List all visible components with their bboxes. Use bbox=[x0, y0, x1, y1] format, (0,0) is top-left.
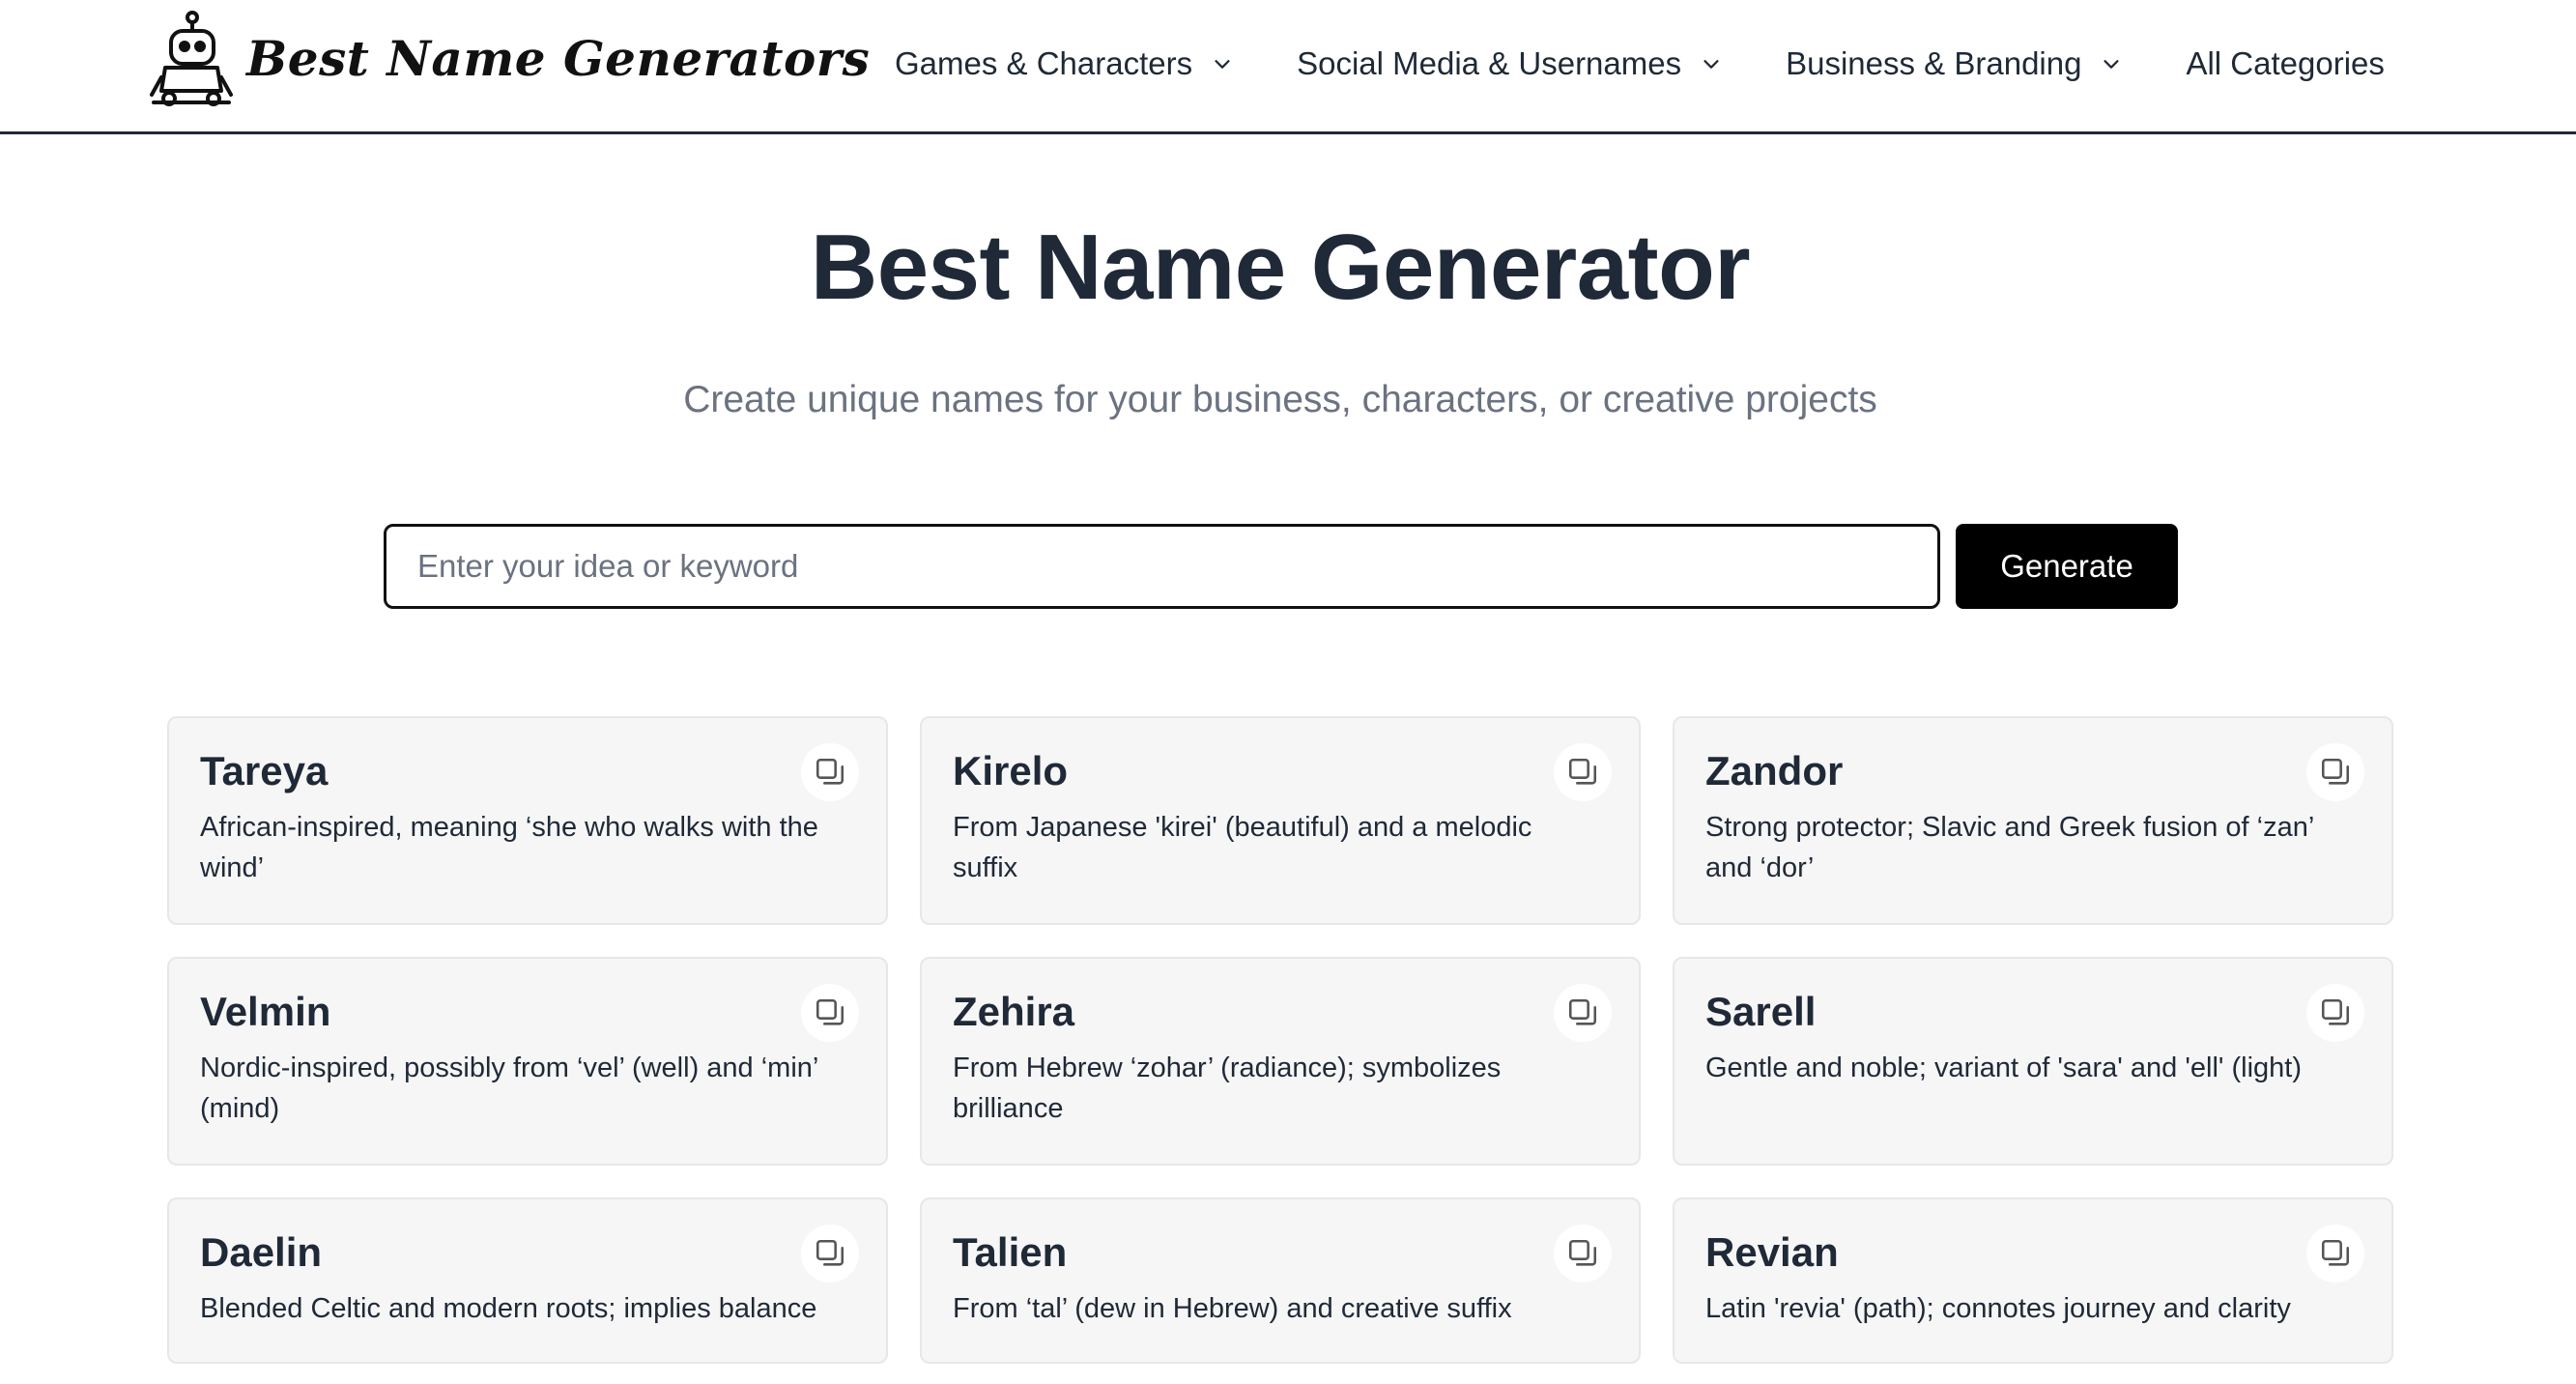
chevron-down-icon bbox=[1215, 60, 1230, 69]
name-title: Tareya bbox=[200, 748, 329, 793]
site-logo[interactable]: Best Name Generators bbox=[148, 10, 870, 106]
copy-button[interactable] bbox=[2306, 1225, 2364, 1283]
copy-icon bbox=[816, 998, 844, 1025]
name-card: Revian Latin 'revia' (path); connotes jo… bbox=[1673, 1197, 2393, 1364]
name-title: Zandor bbox=[1705, 748, 1844, 793]
keyword-input[interactable] bbox=[384, 524, 1940, 609]
chevron-down-icon bbox=[2104, 60, 2120, 69]
copy-button[interactable] bbox=[801, 1225, 859, 1283]
name-card: Zandor Strong protector; Slavic and Gree… bbox=[1673, 716, 2393, 925]
logo-text: Best Name Generators bbox=[246, 29, 871, 87]
robot-icon bbox=[150, 11, 233, 106]
name-description: African-inspired, meaning ‘she who walks… bbox=[200, 812, 818, 884]
name-title: Velmin bbox=[200, 989, 331, 1034]
page-title: Best Name Generator bbox=[810, 216, 1751, 319]
nav-item-label: Social Media & Usernames bbox=[1297, 45, 1682, 81]
results-grid: Tareya African-inspired, meaning ‘she wh… bbox=[167, 716, 2393, 1364]
copy-icon bbox=[2321, 758, 2350, 785]
copy-icon bbox=[1568, 1239, 1597, 1266]
copy-button[interactable] bbox=[1554, 743, 1612, 801]
copy-icon bbox=[816, 1239, 844, 1266]
name-title: Daelin bbox=[200, 1229, 323, 1275]
nav-item-label: Games & Characters bbox=[895, 45, 1193, 81]
copy-button[interactable] bbox=[801, 984, 859, 1042]
name-description: Blended Celtic and modern roots; implies… bbox=[200, 1293, 817, 1325]
name-title: Sarell bbox=[1705, 989, 1817, 1034]
name-card: Daelin Blended Celtic and modern roots; … bbox=[167, 1197, 888, 1364]
name-description: Nordic-inspired, possibly from ‘vel’ (we… bbox=[200, 1052, 818, 1125]
site-header: Best Name Generators Games & Characters … bbox=[0, 0, 2576, 134]
page-subtitle: Create unique names for your business, c… bbox=[683, 379, 1877, 420]
nav-item-business-branding[interactable]: Business & Branding bbox=[1786, 45, 2122, 82]
copy-button[interactable] bbox=[1554, 984, 1612, 1042]
name-title: Revian bbox=[1705, 1229, 1839, 1275]
name-title: Talien bbox=[953, 1229, 1068, 1275]
nav-item-games-characters[interactable]: Games & Characters bbox=[895, 45, 1233, 82]
copy-button[interactable] bbox=[801, 743, 859, 801]
nav-item-social-media-usernames[interactable]: Social Media & Usernames bbox=[1297, 45, 1722, 82]
chevron-down-icon bbox=[1703, 60, 1719, 69]
name-description: Strong protector; Slavic and Greek fusio… bbox=[1705, 812, 2314, 884]
nav-item-label: All Categories bbox=[2186, 45, 2385, 81]
nav-item-label: Business & Branding bbox=[1786, 45, 2082, 81]
name-description: From Hebrew ‘zohar’ (radiance); symboliz… bbox=[953, 1052, 1502, 1125]
name-description: From ‘tal’ (dew in Hebrew) and creative … bbox=[953, 1293, 1512, 1325]
name-description: From Japanese 'kirei' (beautiful) and a … bbox=[953, 812, 1532, 884]
name-description: Gentle and noble; variant of 'sara' and … bbox=[1705, 1052, 2303, 1084]
name-title: Zehira bbox=[953, 989, 1075, 1034]
name-card: Kirelo From Japanese 'kirei' (beautiful)… bbox=[920, 716, 1641, 925]
copy-icon bbox=[816, 758, 844, 785]
name-description: Latin 'revia' (path); connotes journey a… bbox=[1705, 1293, 2291, 1325]
copy-icon bbox=[2321, 1239, 2350, 1266]
copy-button[interactable] bbox=[1554, 1225, 1612, 1283]
name-card: Tareya African-inspired, meaning ‘she wh… bbox=[167, 716, 888, 925]
generate-button[interactable]: Generate bbox=[1956, 524, 2178, 609]
name-card: Velmin Nordic-inspired, possibly from ‘v… bbox=[167, 957, 888, 1166]
main-nav: Games & Characters Social Media & Userna… bbox=[895, 37, 2385, 91]
copy-button[interactable] bbox=[2306, 743, 2364, 801]
name-card: Talien From ‘tal’ (dew in Hebrew) and cr… bbox=[920, 1197, 1641, 1364]
copy-button[interactable] bbox=[2306, 984, 2364, 1042]
name-card: Zehira From Hebrew ‘zohar’ (radiance); s… bbox=[920, 957, 1641, 1166]
copy-icon bbox=[2321, 998, 2350, 1025]
copy-icon bbox=[1568, 758, 1597, 785]
nav-item-all-categories[interactable]: All Categories bbox=[2186, 45, 2384, 82]
name-card: Sarell Gentle and noble; variant of 'sar… bbox=[1673, 957, 2393, 1166]
name-title: Kirelo bbox=[953, 748, 1069, 793]
copy-icon bbox=[1568, 998, 1597, 1025]
